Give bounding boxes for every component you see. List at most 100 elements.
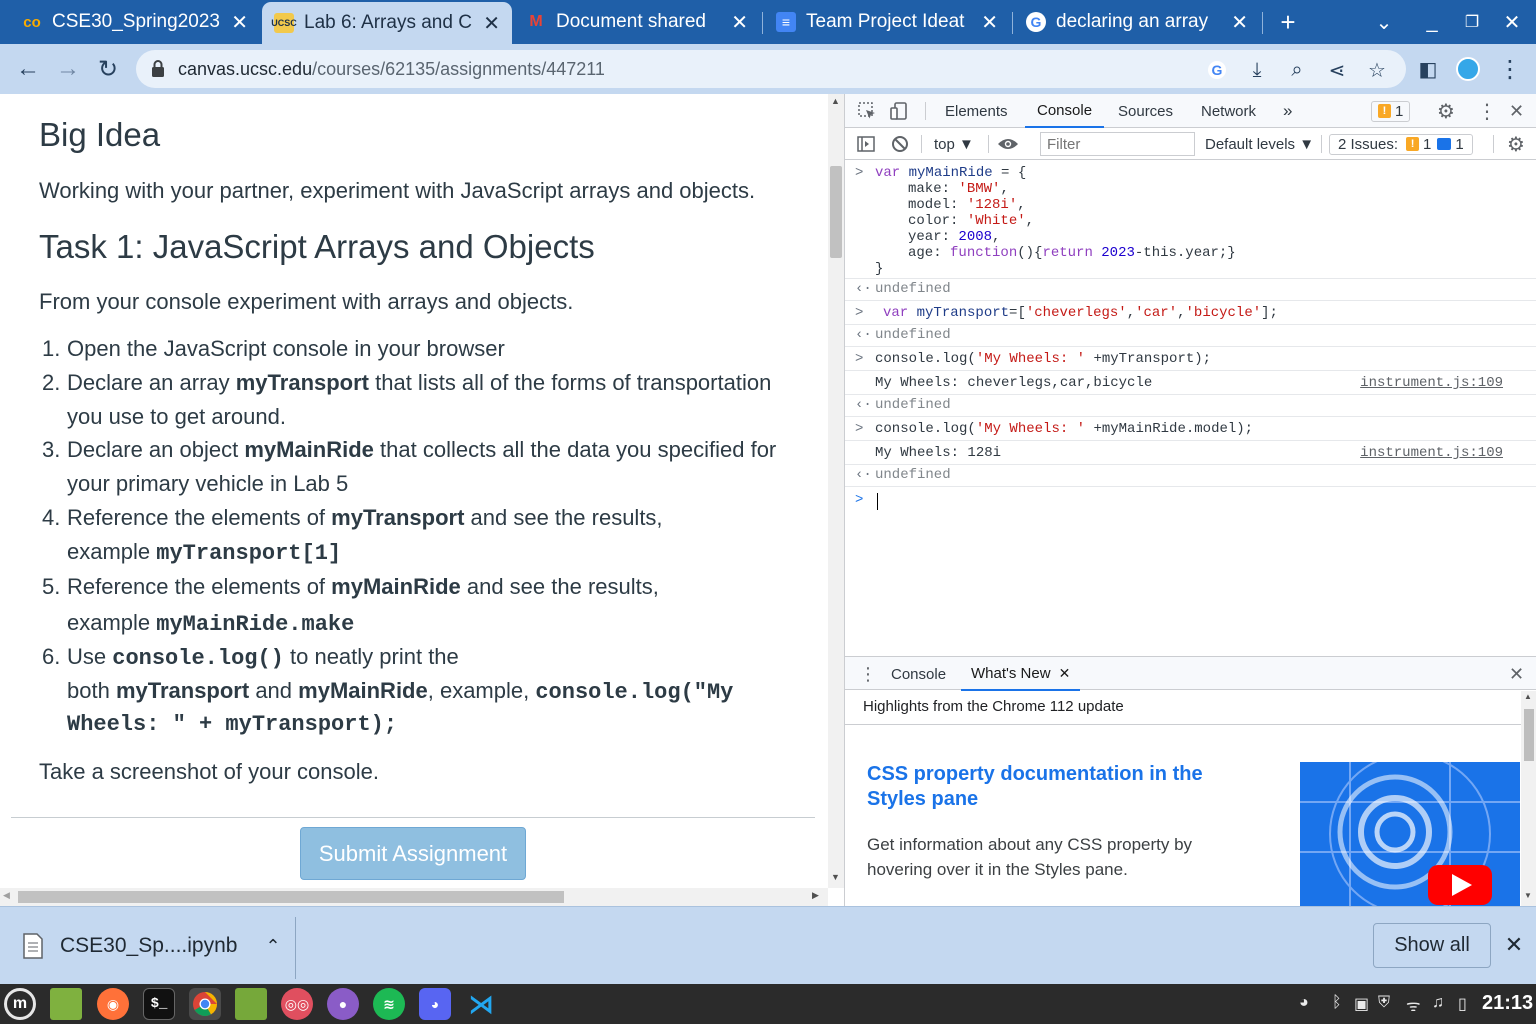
drawer-tab-console[interactable]: Console <box>891 657 946 691</box>
close-icon[interactable]: ✕ <box>981 10 998 35</box>
terminal-icon[interactable]: $_ <box>143 988 175 1020</box>
side-panel-icon[interactable]: ◧ <box>1412 53 1444 85</box>
minimize-button[interactable]: _ <box>1414 6 1450 38</box>
issues-counter[interactable]: ! 1 <box>1371 94 1411 128</box>
github-icon[interactable]: ● <box>327 988 359 1020</box>
tab-search-button[interactable]: ⌄ <box>1366 6 1402 38</box>
console-line: year: 2008, <box>908 229 1001 245</box>
close-icon[interactable]: ✕ <box>1059 665 1071 682</box>
source-link[interactable]: instrument.js:109 <box>1360 445 1503 461</box>
devtools-menu-icon[interactable]: ⋮ <box>1477 94 1497 128</box>
whats-new-header: Highlights from the Chrome 112 update <box>845 690 1536 725</box>
close-drawer-icon[interactable]: ✕ <box>1509 657 1524 691</box>
video-thumbnail[interactable] <box>1300 762 1520 906</box>
scroll-up-arrow[interactable]: ▲ <box>1524 692 1532 701</box>
clock[interactable]: 21:13 <box>1482 992 1533 1015</box>
discord-tray-icon[interactable]: ◕ <box>1299 994 1309 1012</box>
device-toolbar-icon[interactable] <box>889 94 909 128</box>
submit-assignment-button[interactable]: Submit Assignment <box>300 827 526 880</box>
inspect-element-icon[interactable] <box>857 94 877 128</box>
vscode-icon[interactable]: ⋊ <box>465 988 497 1020</box>
download-item[interactable]: CSE30_Sp....ipynb ⌃ <box>22 925 281 967</box>
screen: co CSE30_Spring2023 ✕ UCSC Lab 6: Arrays… <box>0 0 1536 1024</box>
scroll-thumb[interactable] <box>1524 709 1534 761</box>
zoom-icon[interactable]: ⌕ <box>1284 57 1310 83</box>
tab-colab[interactable]: co CSE30_Spring2023 ✕ <box>10 4 260 40</box>
tab-console[interactable]: Console <box>1025 94 1105 128</box>
prop-key: year: <box>908 229 959 245</box>
sound-icon[interactable]: ♫ <box>1432 994 1444 1012</box>
discord-icon[interactable]: ◕ <box>419 988 451 1020</box>
tab-gmail[interactable]: M Document shared ✕ <box>514 4 760 40</box>
settings-gear-icon[interactable]: ⚙ <box>1437 94 1455 128</box>
bluetooth-icon[interactable]: ᛒ <box>1332 994 1342 1012</box>
share-icon[interactable]: ⋖ <box>1324 57 1350 83</box>
tab-lab6[interactable]: UCSC Lab 6: Arrays and C ✕ <box>262 2 512 44</box>
source-link[interactable]: instrument.js:109 <box>1360 375 1503 391</box>
tab-docs[interactable]: ≡ Team Project Ideat ✕ <box>764 4 1010 40</box>
drawer-menu-icon[interactable]: ⋮ <box>859 657 877 691</box>
clipboard-icon[interactable]: ▣ <box>1354 994 1369 1014</box>
battery-icon[interactable]: ▯ <box>1458 994 1467 1014</box>
log-levels-dropdown[interactable]: Default levels ▼ <box>1205 128 1314 160</box>
chevron-up-icon[interactable]: ⌃ <box>265 936 280 957</box>
scroll-down-arrow[interactable]: ▼ <box>831 872 840 882</box>
google-lens-icon[interactable]: G <box>1204 57 1230 83</box>
console-filter-input[interactable] <box>1040 132 1195 156</box>
drawer-scrollbar[interactable]: ▲ ▼ <box>1521 691 1536 906</box>
address-bar[interactable]: canvas.ucsc.edu/courses/62135/assignment… <box>136 50 1406 88</box>
close-window-button[interactable]: ✕ <box>1494 6 1530 38</box>
console-log-output: My Wheels: 128i <box>875 445 1002 461</box>
scroll-down-arrow[interactable]: ▼ <box>1524 891 1532 900</box>
new-tab-button[interactable]: + <box>1270 6 1306 38</box>
profile-avatar[interactable] <box>1452 53 1484 85</box>
clear-console-icon[interactable] <box>891 128 909 160</box>
close-icon[interactable]: ✕ <box>1231 10 1248 35</box>
close-downloads-icon[interactable]: ✕ <box>1500 931 1528 959</box>
scroll-left-arrow[interactable]: ◀ <box>3 890 10 901</box>
page-vertical-scrollbar[interactable]: ▲ ▼ <box>828 94 844 888</box>
reload-button[interactable]: ↻ <box>92 53 124 85</box>
tab-elements[interactable]: Elements <box>945 94 1008 128</box>
drawer-tab-whats-new[interactable]: What's New ✕ <box>961 657 1081 691</box>
install-icon[interactable]: ⤓ <box>1244 57 1270 83</box>
close-icon[interactable]: ✕ <box>731 10 748 35</box>
forward-button[interactable]: → <box>52 53 84 85</box>
console-settings-gear-icon[interactable]: ⚙ <box>1507 128 1525 160</box>
tab-sources[interactable]: Sources <box>1118 94 1173 128</box>
chrome-icon[interactable] <box>189 988 221 1020</box>
back-button[interactable]: ← <box>12 53 44 85</box>
console-prompt[interactable]: > <box>845 487 1536 513</box>
shield-icon[interactable]: ⛨ <box>1378 994 1390 1012</box>
spotify-icon[interactable]: ≋ <box>373 988 405 1020</box>
context-selector[interactable]: top ▼ <box>934 128 974 160</box>
issues-button[interactable]: 2 Issues: ! 1 1 <box>1329 128 1473 160</box>
close-devtools-icon[interactable]: ✕ <box>1509 94 1524 128</box>
more-tabs-button[interactable]: » <box>1283 94 1292 128</box>
punct: = { <box>992 165 1027 181</box>
tab-google-search[interactable]: G declaring an array ✕ <box>1014 4 1260 40</box>
bookmark-star-icon[interactable]: ☆ <box>1364 57 1390 83</box>
menu-kebab-icon[interactable]: ⋮ <box>1494 53 1526 85</box>
firefox-icon[interactable]: ◉ <box>97 988 129 1020</box>
close-icon[interactable]: ✕ <box>483 11 500 36</box>
close-icon[interactable]: ✕ <box>231 10 248 35</box>
console-output[interactable]: > var myMainRide = { make: 'BMW', model:… <box>845 160 1536 656</box>
tab-network[interactable]: Network <box>1201 94 1256 128</box>
show-all-downloads-button[interactable]: Show all <box>1373 923 1491 968</box>
feature-card-title[interactable]: CSS property documentation in the Styles… <box>867 762 1257 812</box>
show-desktop-icon[interactable] <box>50 988 82 1020</box>
page-horizontal-scrollbar[interactable]: ◀ ▶ <box>0 888 828 906</box>
live-expression-eye-icon[interactable] <box>997 128 1019 160</box>
scroll-up-arrow[interactable]: ▲ <box>831 96 840 106</box>
show-sidebar-icon[interactable] <box>857 128 875 160</box>
scroll-right-arrow[interactable]: ▶ <box>812 890 819 901</box>
files-folder-icon[interactable] <box>235 988 267 1020</box>
scroll-thumb[interactable] <box>830 166 842 258</box>
mint-menu-icon[interactable]: m <box>4 988 36 1020</box>
keyword: return <box>1042 245 1093 261</box>
wifi-icon[interactable]: ᯤ <box>1406 994 1421 1016</box>
scroll-thumb[interactable] <box>18 891 564 903</box>
glasses-app-icon[interactable]: ◎◎ <box>281 988 313 1020</box>
restore-button[interactable]: ❐ <box>1454 6 1490 38</box>
